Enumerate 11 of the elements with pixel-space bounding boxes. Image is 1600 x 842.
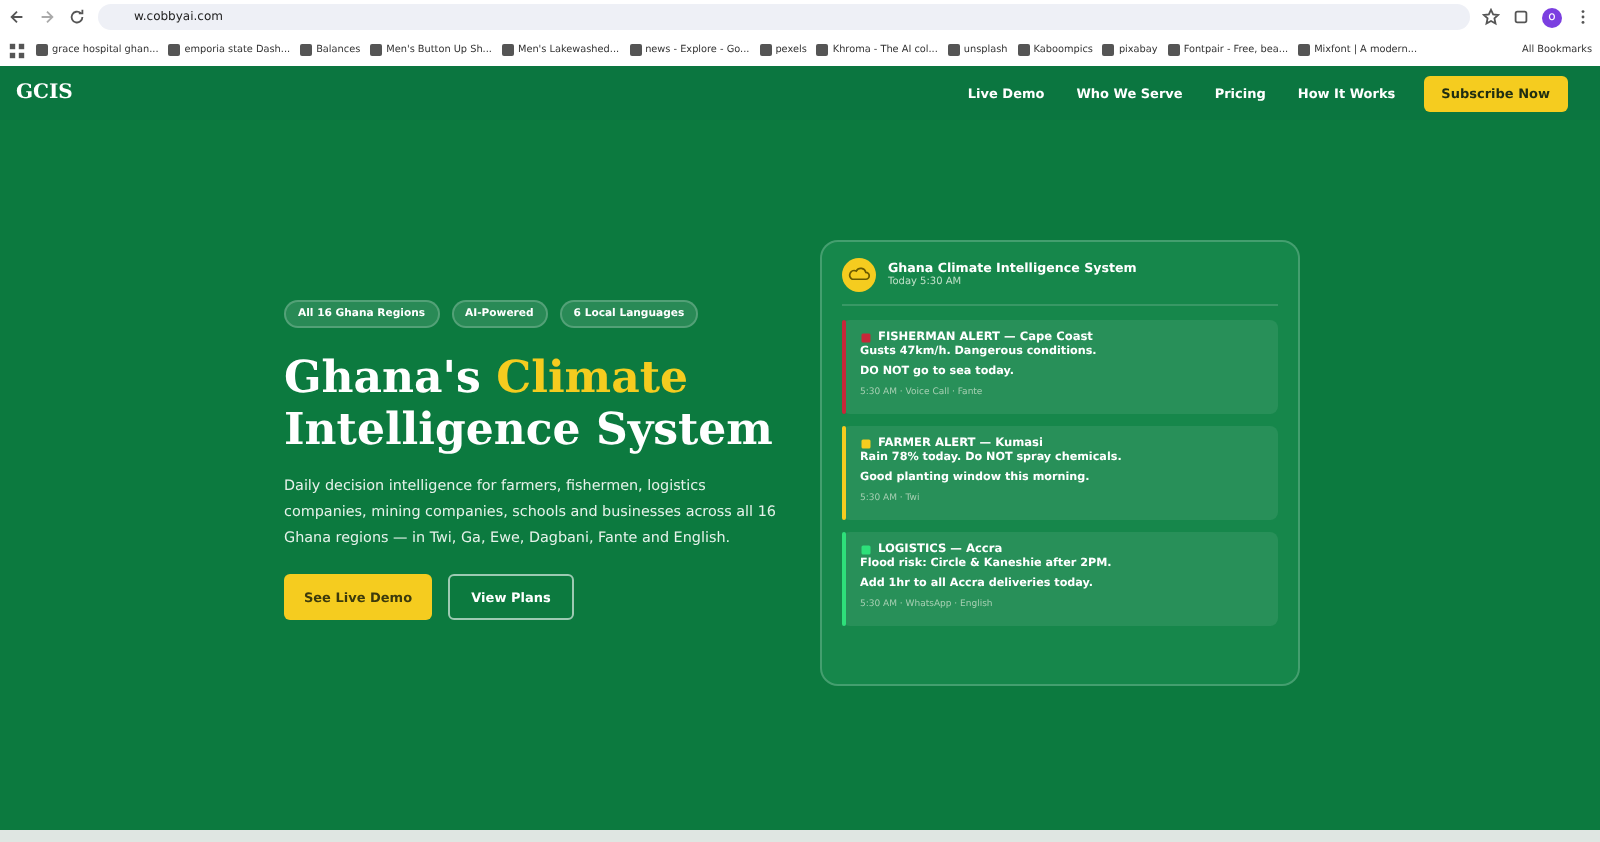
star-icon[interactable] — [1482, 8, 1500, 26]
alert-icon — [860, 544, 872, 556]
back-icon[interactable] — [8, 8, 26, 26]
alert-icon — [860, 438, 872, 450]
cloud-icon — [842, 258, 876, 292]
reload-icon[interactable] — [68, 8, 86, 26]
site-logo[interactable]: GCIS — [16, 82, 73, 104]
hero-title: Ghana's Climate — [284, 352, 688, 404]
hero-title: Intelligence System — [284, 404, 773, 456]
alert-icon — [860, 332, 872, 344]
apps-icon[interactable] — [8, 41, 26, 59]
